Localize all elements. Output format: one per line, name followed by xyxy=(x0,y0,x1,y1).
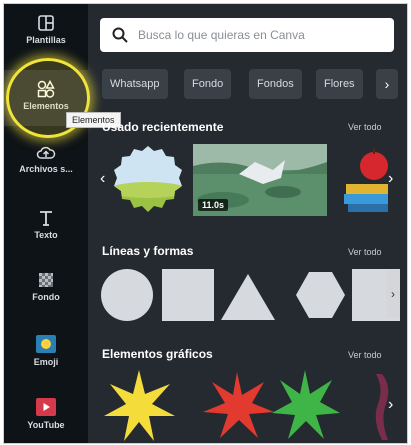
graphic-pink-ribbon-partial[interactable] xyxy=(375,374,389,440)
shape-square[interactable] xyxy=(162,269,214,321)
shape-circle[interactable] xyxy=(101,269,153,321)
background-icon xyxy=(39,273,53,287)
shapes-scroll-right-button[interactable]: › xyxy=(386,270,400,318)
chip-flores[interactable]: Flores xyxy=(316,69,363,99)
sidebar-item-label: Plantillas xyxy=(26,35,66,45)
chips-scroll-right-button[interactable]: › xyxy=(376,69,398,99)
chip-fondos[interactable]: Fondos xyxy=(249,69,302,99)
sidebar-item-text[interactable]: Texto xyxy=(4,209,88,240)
suggestion-chips: Whatsapp Fondo Fondos Flores xyxy=(102,69,402,99)
graphics-scroll-right-icon[interactable]: › xyxy=(388,396,393,414)
section-title-graphics: Elementos gráficos xyxy=(102,347,213,361)
youtube-icon xyxy=(36,398,56,416)
sidebar-item-label: Texto xyxy=(34,230,58,240)
upload-cloud-icon xyxy=(36,146,56,159)
sidebar-item-label: YouTube xyxy=(27,420,65,430)
search-icon xyxy=(112,27,128,43)
recent-scroll-right-icon[interactable]: › xyxy=(388,170,393,188)
section-title-lines-shapes: Líneas y formas xyxy=(102,244,194,258)
templates-icon xyxy=(38,15,54,31)
see-all-lines-shapes-link[interactable]: Ver todo xyxy=(348,247,382,257)
graphic-red-starburst[interactable] xyxy=(203,372,274,438)
sidebar-item-youtube[interactable]: YouTube xyxy=(4,397,88,430)
see-all-recent-link[interactable]: Ver todo xyxy=(348,122,382,132)
sidebar-item-label: Archivos s... xyxy=(19,164,73,174)
shape-triangle[interactable] xyxy=(221,274,275,320)
graphic-yellow-starburst[interactable] xyxy=(104,370,175,441)
see-all-graphics-link[interactable]: Ver todo xyxy=(348,350,382,360)
sidebar-item-background[interactable]: Fondo xyxy=(4,271,88,302)
text-icon xyxy=(40,211,52,226)
sidebar-item-templates[interactable]: Plantillas xyxy=(4,14,88,45)
chip-fondo[interactable]: Fondo xyxy=(184,69,232,99)
sidebar-item-uploads[interactable]: Archivos s... xyxy=(4,145,88,174)
shape-hexagon[interactable] xyxy=(296,272,345,318)
search-box[interactable] xyxy=(100,18,394,52)
recent-item-badge-image[interactable] xyxy=(112,144,184,216)
graphic-green-starburst[interactable] xyxy=(272,370,340,439)
sidebar-item-label: Fondo xyxy=(32,292,60,302)
emoji-icon xyxy=(36,335,56,353)
recent-item-apple-books[interactable] xyxy=(340,144,388,216)
section-title-recent: Usado recientemente xyxy=(102,120,224,134)
shapes-row xyxy=(101,269,400,321)
graphics-row xyxy=(104,370,389,441)
chip-whatsapp[interactable]: Whatsapp xyxy=(102,69,168,99)
sidebar-item-label: Emoji xyxy=(33,357,59,367)
recent-scroll-left-icon[interactable]: ‹ xyxy=(100,170,105,188)
canva-editor-panel: Plantillas Elementos Archivos s... Texto… xyxy=(3,3,408,444)
video-duration-badge: 11.0s xyxy=(198,199,229,211)
sidebar-item-emoji[interactable]: Emoji xyxy=(4,334,88,367)
search-input[interactable] xyxy=(136,27,380,43)
